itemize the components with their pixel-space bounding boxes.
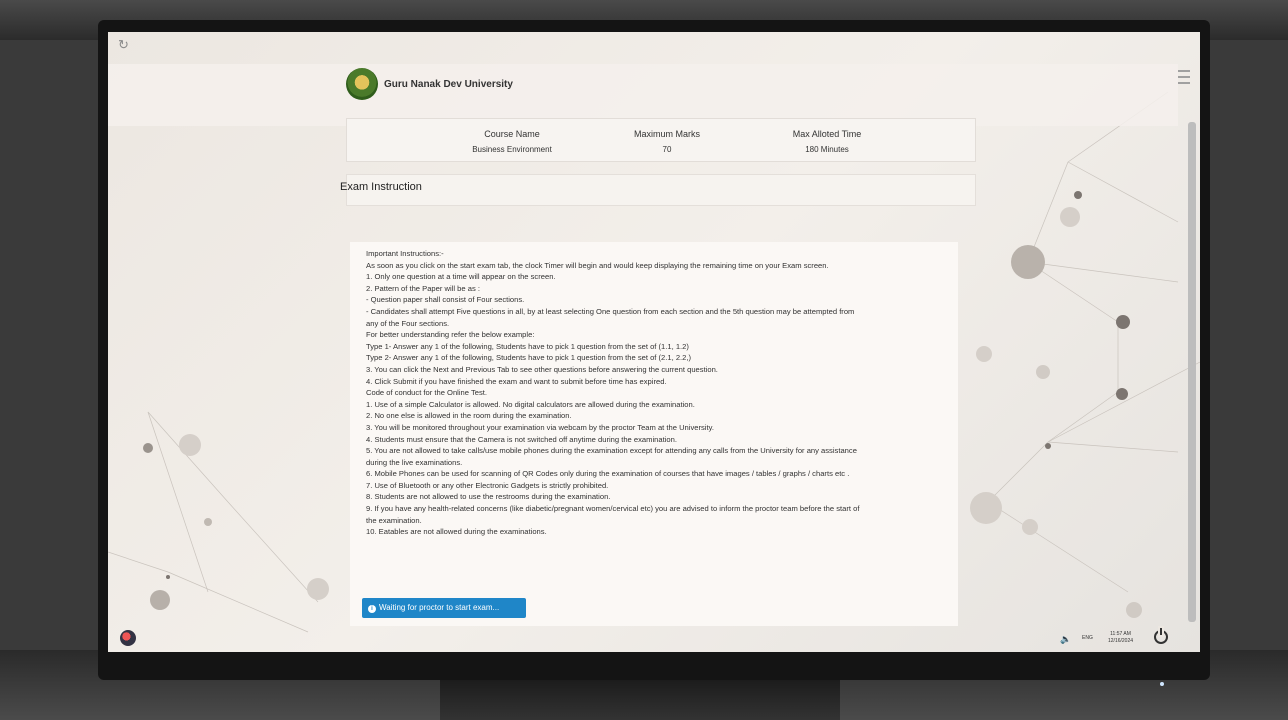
instruction-line: 9. If you have any health-related concer… — [366, 504, 860, 514]
instruction-line: during the live examinations. — [366, 457, 463, 467]
clock[interactable]: 11:57 AM 12/16/2024 — [1108, 631, 1133, 645]
course-name-value: Business Environment — [472, 145, 552, 154]
instruction-line: - Question paper shall consist of Four s… — [366, 295, 525, 305]
waiting-for-proctor-label: Waiting for proctor to start exam... — [379, 603, 500, 612]
instruction-line: 3. You will be monitored throughout your… — [366, 422, 714, 432]
instruction-line: 7. Use of Bluetooth or any other Electro… — [366, 480, 609, 490]
instruction-line: Type 1- Answer any 1 of the following, S… — [366, 341, 689, 351]
instruction-line: 3. You can click the Next and Previous T… — [366, 364, 718, 374]
language-indicator[interactable]: ENG — [1082, 635, 1093, 641]
power-icon[interactable] — [1154, 628, 1168, 644]
power-led — [1160, 682, 1164, 686]
instruction-line: As soon as you click on the start exam t… — [366, 260, 829, 270]
instruction-line: 5. You are not allowed to take calls/use… — [366, 446, 857, 456]
instruction-line: 2. Pattern of the Paper will be as : — [366, 283, 480, 293]
refresh-icon[interactable]: ↻ — [118, 38, 132, 52]
instruction-line: 8. Students are not allowed to use the r… — [366, 492, 611, 502]
instruction-line: For better understanding refer the below… — [366, 330, 535, 340]
instruction-line: any of the Four sections. — [366, 318, 450, 328]
info-icon: i — [368, 605, 376, 613]
instruction-line: 10. Eatables are not allowed during the … — [366, 527, 547, 537]
clock-date: 12/16/2024 — [1108, 638, 1134, 644]
instruction-line: - Candidates shall attempt Five question… — [366, 306, 855, 316]
instruction-line: 4. Students must ensure that the Camera … — [366, 434, 677, 444]
instruction-line: 1. Only one question at a time will appe… — [366, 272, 556, 282]
clock-time: 11:57 AM — [1110, 631, 1131, 637]
vertical-scrollbar[interactable] — [1188, 122, 1196, 622]
instruction-line: 6. Mobile Phones can be used for scannin… — [366, 469, 850, 479]
taskbar: 🔈 ENG 11:57 AM 12/16/2024 — [108, 628, 1200, 652]
exam-instruction-bar — [346, 174, 976, 206]
course-info-card: Course Name Business Environment Maximum… — [346, 118, 976, 162]
header-bar — [108, 64, 1178, 126]
monitor-stand — [440, 680, 840, 720]
instruction-line: 1. Use of a simple Calculator is allowed… — [366, 399, 695, 409]
instruction-line: 2. No one else is allowed in the room du… — [366, 411, 572, 421]
waiting-for-proctor-button[interactable]: i Waiting for proctor to start exam... — [362, 598, 526, 618]
university-name: Guru Nanak Dev University — [384, 79, 513, 90]
course-name-label: Course Name — [484, 129, 540, 139]
max-marks-label: Maximum Marks — [633, 129, 700, 139]
max-time-label: Max Alloted Time — [792, 129, 862, 139]
screen: ↻ Guru Nanak Dev University Course Name … — [108, 32, 1200, 652]
max-marks-value: 70 — [662, 145, 672, 154]
university-logo — [346, 68, 378, 100]
instructions-panel: Important Instructions:- As soon as you … — [350, 242, 958, 626]
max-time-value: 180 Minutes — [805, 145, 849, 154]
start-icon[interactable] — [120, 630, 136, 646]
volume-icon[interactable]: 🔈 — [1060, 634, 1071, 645]
hamburger-menu-icon[interactable] — [1178, 70, 1190, 84]
instruction-line: 4. Click Submit if you have finished the… — [366, 376, 667, 386]
exam-instruction-title: Exam Instruction — [340, 181, 422, 193]
instruction-line: Important Instructions:- — [366, 249, 444, 258]
instruction-line: the examination. — [366, 515, 422, 525]
instruction-line: Code of conduct for the Online Test. — [366, 388, 488, 398]
instruction-line: Type 2- Answer any 1 of the following, S… — [366, 353, 692, 363]
